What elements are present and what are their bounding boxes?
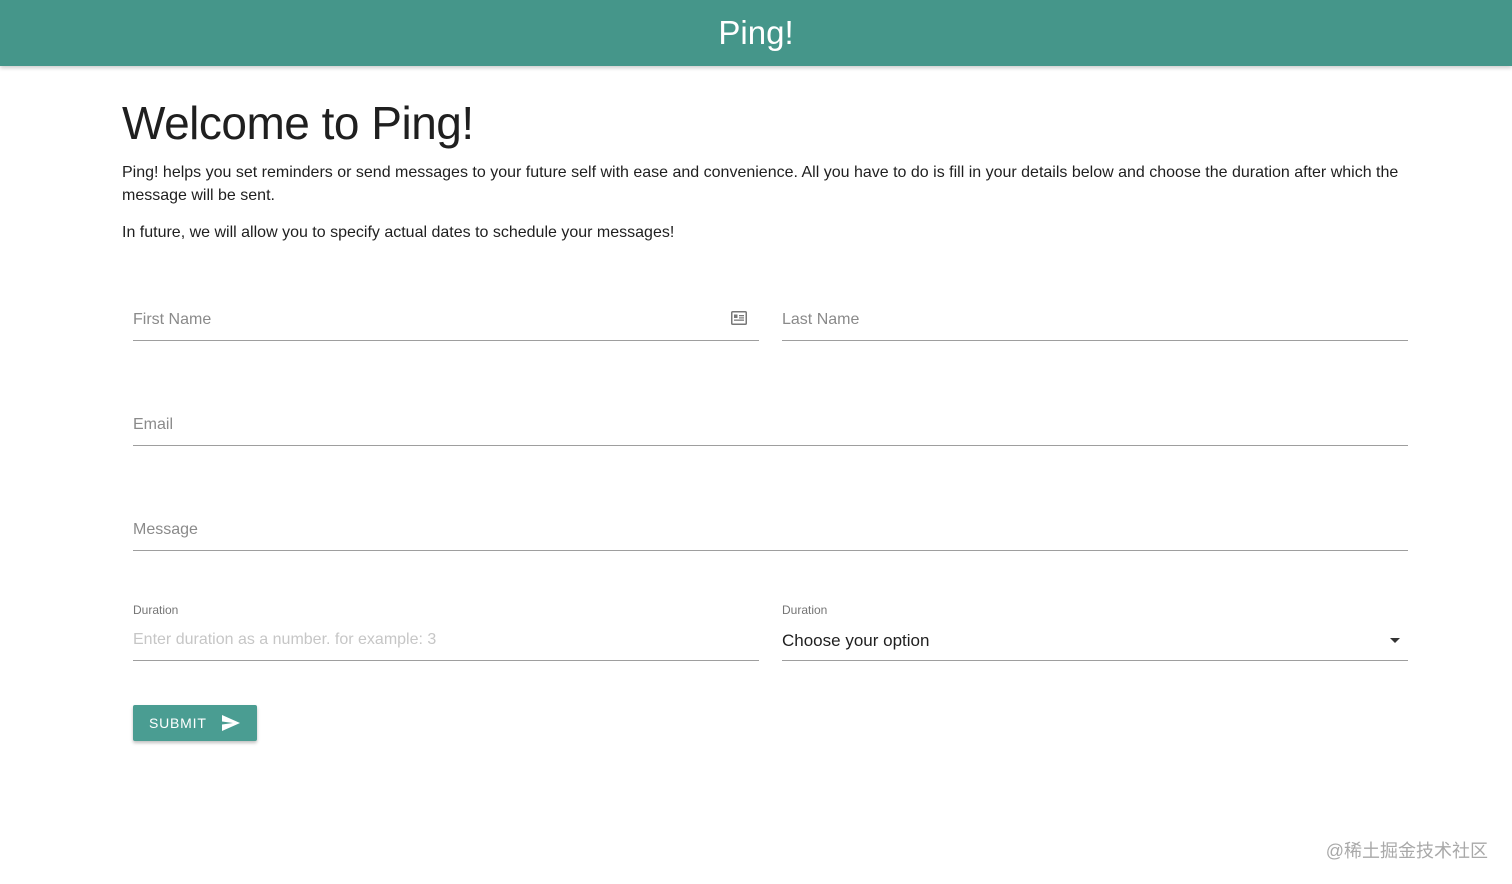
send-icon: [222, 715, 240, 731]
submit-button-label: SUBMIT: [149, 715, 207, 731]
future-note-text: In future, we will allow you to specify …: [122, 224, 675, 241]
email-label: Email: [133, 416, 174, 433]
submit-button[interactable]: SUBMIT: [133, 705, 257, 741]
caret-down-icon[interactable]: [1390, 638, 1400, 643]
first-name-field[interactable]: First Name: [133, 305, 759, 341]
last-name-label: Last Name: [782, 311, 860, 328]
contact-card-icon: [731, 311, 747, 325]
page-title: Welcome to Ping!: [122, 97, 474, 149]
duration-unit-select[interactable]: Choose your option: [782, 625, 1408, 661]
duration-number-placeholder: Enter duration as a number. for example:…: [133, 631, 437, 648]
duration-number-label: Duration: [133, 603, 179, 617]
duration-unit-selected-value: Choose your option: [782, 631, 930, 650]
last-name-field[interactable]: Last Name: [782, 305, 1408, 341]
message-field[interactable]: Message: [133, 515, 1408, 551]
first-name-label: First Name: [133, 311, 212, 328]
intro-text: Ping! helps you set reminders or send me…: [122, 164, 1399, 204]
duration-unit-label: Duration: [782, 603, 828, 617]
top-navbar: Ping!: [0, 0, 1512, 66]
watermark-text: @稀土掘金技术社区: [1325, 841, 1488, 861]
duration-number-input[interactable]: Enter duration as a number. for example:…: [133, 625, 759, 661]
message-label: Message: [133, 521, 198, 538]
brand-logo[interactable]: Ping!: [718, 0, 793, 66]
email-field[interactable]: Email: [133, 410, 1408, 446]
